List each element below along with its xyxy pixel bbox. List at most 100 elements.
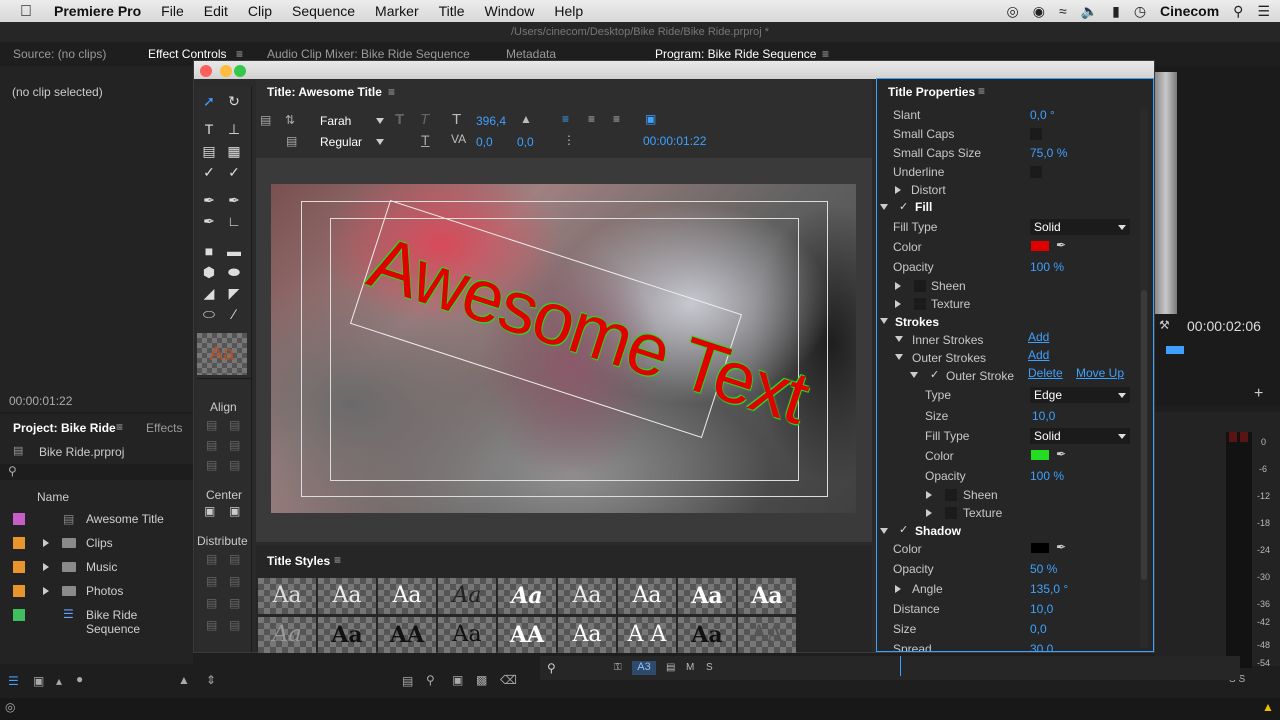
- stroke-color-swatch[interactable]: [1031, 450, 1049, 460]
- title-style-item[interactable]: Aa: [258, 578, 316, 614]
- outer-strokes-collapse-icon[interactable]: [895, 354, 903, 360]
- font-size-value[interactable]: 396,4: [476, 114, 506, 128]
- shadow-size-value[interactable]: 0,0: [1030, 622, 1047, 636]
- path-type-tool-icon[interactable]: ✓: [199, 163, 219, 181]
- title-style-item[interactable]: Aa: [618, 578, 676, 614]
- track-a3[interactable]: A3: [632, 661, 656, 675]
- area-type-tool-icon[interactable]: ▤: [199, 142, 219, 160]
- source-timecode[interactable]: 00:00:01:22: [9, 394, 72, 408]
- fill-color-swatch[interactable]: [1031, 241, 1049, 251]
- clipped-corner-tool-icon[interactable]: ⬢: [199, 263, 219, 281]
- distort-label[interactable]: Distort: [911, 183, 946, 197]
- close-button[interactable]: [200, 65, 212, 77]
- fill-type-select[interactable]: Solid: [1030, 219, 1130, 235]
- ellipse-tool-icon[interactable]: ⬭: [199, 305, 219, 323]
- menu-marker[interactable]: Marker: [375, 3, 419, 19]
- title-style-item[interactable]: Aa: [678, 617, 736, 653]
- lock-icon[interactable]: ⚿: [614, 662, 622, 673]
- outer-stroke-collapse-icon[interactable]: [910, 372, 918, 378]
- new-item-icon[interactable]: ▩: [476, 673, 487, 687]
- italic-icon[interactable]: T: [420, 111, 429, 128]
- font-style-select[interactable]: Regular: [320, 135, 362, 149]
- shadow-color-swatch[interactable]: [1031, 543, 1049, 553]
- show-background-video-icon[interactable]: ▣: [645, 112, 656, 126]
- stroke-texture-expand-icon[interactable]: [926, 509, 932, 517]
- list-view-icon[interactable]: ☰: [8, 674, 19, 688]
- type-tool-icon[interactable]: T: [199, 120, 219, 138]
- title-style-item[interactable]: Aa: [438, 617, 496, 653]
- shadow-collapse-icon[interactable]: [880, 528, 888, 534]
- list-item[interactable]: ☰ Bike Ride Sequence: [0, 603, 193, 636]
- roll-crawl-icon[interactable]: ⇅: [285, 113, 295, 127]
- shadow-checkbox[interactable]: ✓: [899, 523, 908, 536]
- tab-program[interactable]: Program: Bike Ride Sequence: [655, 47, 816, 61]
- title-style-item[interactable]: A A: [618, 617, 676, 653]
- zoom-button[interactable]: [234, 65, 246, 77]
- eyedropper-icon[interactable]: ✒: [1056, 447, 1066, 461]
- wrench-icon[interactable]: ⚒: [1159, 318, 1170, 332]
- small-caps-checkbox[interactable]: [1030, 128, 1042, 140]
- distribute-icon[interactable]: ▤: [229, 618, 240, 632]
- fill-checkbox[interactable]: ✓: [899, 200, 908, 213]
- expand-icon[interactable]: [43, 587, 49, 595]
- trash-icon[interactable]: ⌫: [500, 673, 517, 687]
- rectangle-tool-icon[interactable]: ■: [199, 242, 219, 260]
- menu-title[interactable]: Title: [439, 3, 465, 19]
- font-style-dropdown-icon[interactable]: [376, 139, 384, 145]
- minimize-button[interactable]: [220, 65, 232, 77]
- zoom-slider[interactable]: ●: [76, 672, 83, 686]
- video-frame[interactable]: Awesome Text: [271, 184, 856, 513]
- menu-help[interactable]: Help: [554, 3, 583, 19]
- distribute-icon[interactable]: ▤: [206, 574, 217, 588]
- titler-timecode[interactable]: 00:00:01:22: [643, 134, 706, 148]
- small-caps-size-value[interactable]: 75,0 %: [1030, 146, 1067, 160]
- new-bin-icon[interactable]: ▣: [452, 673, 463, 687]
- tab-source[interactable]: Source: (no clips): [13, 47, 106, 61]
- apple-icon[interactable]: : [20, 3, 34, 20]
- delete-stroke-link[interactable]: Delete: [1028, 366, 1063, 380]
- list-item[interactable]: ▤ Awesome Title: [0, 507, 193, 531]
- pen-tool-icon[interactable]: ✒: [199, 191, 219, 209]
- title-style-item[interactable]: Aa: [558, 578, 616, 614]
- fill-collapse-icon[interactable]: [880, 204, 888, 210]
- menu-clip[interactable]: Clip: [248, 3, 272, 19]
- search-icon[interactable]: ⚲: [1233, 3, 1243, 20]
- title-style-item[interactable]: Aa: [558, 617, 616, 653]
- title-style-item[interactable]: Aa: [258, 617, 316, 653]
- title-style-item[interactable]: AA: [378, 617, 436, 653]
- stroke-fill-type-select[interactable]: Solid: [1030, 428, 1130, 444]
- solo-button[interactable]: S: [706, 662, 713, 673]
- title-style-item[interactable]: Aa: [738, 578, 796, 614]
- title-style-item[interactable]: Aa: [318, 578, 376, 614]
- distribute-icon[interactable]: ▤: [229, 552, 240, 566]
- scrollbar-thumb[interactable]: [1141, 290, 1147, 580]
- zoom-in-icon[interactable]: ▲: [178, 673, 190, 687]
- title-properties-tab[interactable]: Title Properties: [888, 85, 975, 99]
- inner-strokes-collapse-icon[interactable]: [895, 336, 903, 342]
- align-right-text-icon[interactable]: ≡: [613, 112, 620, 126]
- add-outer-stroke-link[interactable]: Add: [1028, 348, 1049, 362]
- align-center-text-icon[interactable]: ≡: [588, 112, 595, 126]
- wifi-icon[interactable]: ≈: [1059, 3, 1067, 19]
- sync-icon[interactable]: ▤: [666, 662, 675, 673]
- list-item[interactable]: Clips: [0, 531, 193, 555]
- warning-icon[interactable]: ▲: [1262, 700, 1274, 714]
- stroke-texture-checkbox[interactable]: [945, 507, 957, 519]
- tab-metadata[interactable]: Metadata: [506, 47, 556, 61]
- title-style-item[interactable]: Aa: [438, 578, 496, 614]
- align-top-icon[interactable]: ▤: [229, 418, 240, 432]
- menu-edit[interactable]: Edit: [204, 3, 228, 19]
- bold-icon[interactable]: T: [395, 111, 404, 128]
- outer-stroke-checkbox[interactable]: ✓: [930, 368, 939, 381]
- new-title-icon[interactable]: ▤: [260, 113, 271, 127]
- font-family-select[interactable]: Farah: [320, 114, 351, 128]
- panel-menu-icon[interactable]: ≡: [388, 85, 395, 99]
- line-tool-icon[interactable]: ∕: [224, 305, 244, 323]
- stroke-size-value[interactable]: 10,0: [1032, 409, 1055, 423]
- sheen-expand-icon[interactable]: [895, 282, 901, 290]
- project-search-field[interactable]: [0, 464, 193, 480]
- user-name[interactable]: Cinecom: [1160, 3, 1219, 19]
- stroke-opacity-value[interactable]: 100 %: [1030, 469, 1064, 483]
- convert-anchor-tool-icon[interactable]: ∟: [224, 212, 244, 230]
- icon-view-icon[interactable]: ▣: [33, 674, 44, 688]
